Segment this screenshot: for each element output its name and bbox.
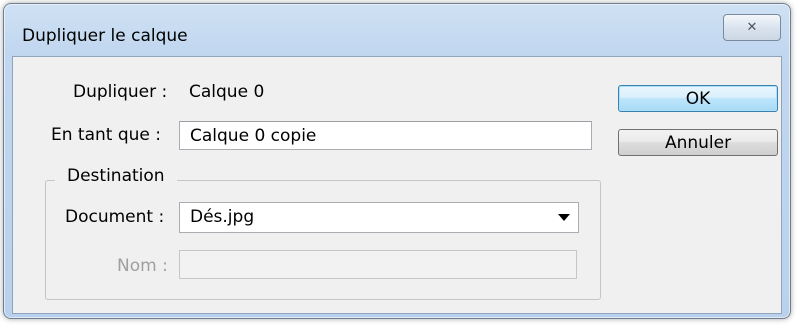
destination-legend: Destination [55,166,177,186]
document-label: Document : [65,207,165,227]
dialog-body: Dupliquer : Calque 0 En tant que : Desti… [12,56,782,314]
duplicate-value: Calque 0 [189,82,265,102]
as-name-input[interactable] [179,121,592,150]
name-label: Nom : [117,256,168,276]
as-label: En tant que : [51,125,162,145]
close-icon: ✕ [746,20,758,35]
title-bar[interactable]: Dupliquer le calque ✕ [4,4,790,56]
duplicate-label: Dupliquer : [73,82,168,102]
window-title: Dupliquer le calque [22,26,188,46]
close-button[interactable]: ✕ [723,14,781,41]
cancel-button[interactable]: Annuler [618,129,778,156]
ok-button[interactable]: OK [618,85,778,112]
chevron-down-icon [558,214,570,221]
dialog-window: Dupliquer le calque ✕ Dupliquer : Calque… [3,3,791,319]
destination-group [45,180,601,300]
document-select[interactable]: Dés.jpg [179,202,579,233]
document-select-value: Dés.jpg [190,207,255,227]
name-input[interactable] [179,250,577,279]
